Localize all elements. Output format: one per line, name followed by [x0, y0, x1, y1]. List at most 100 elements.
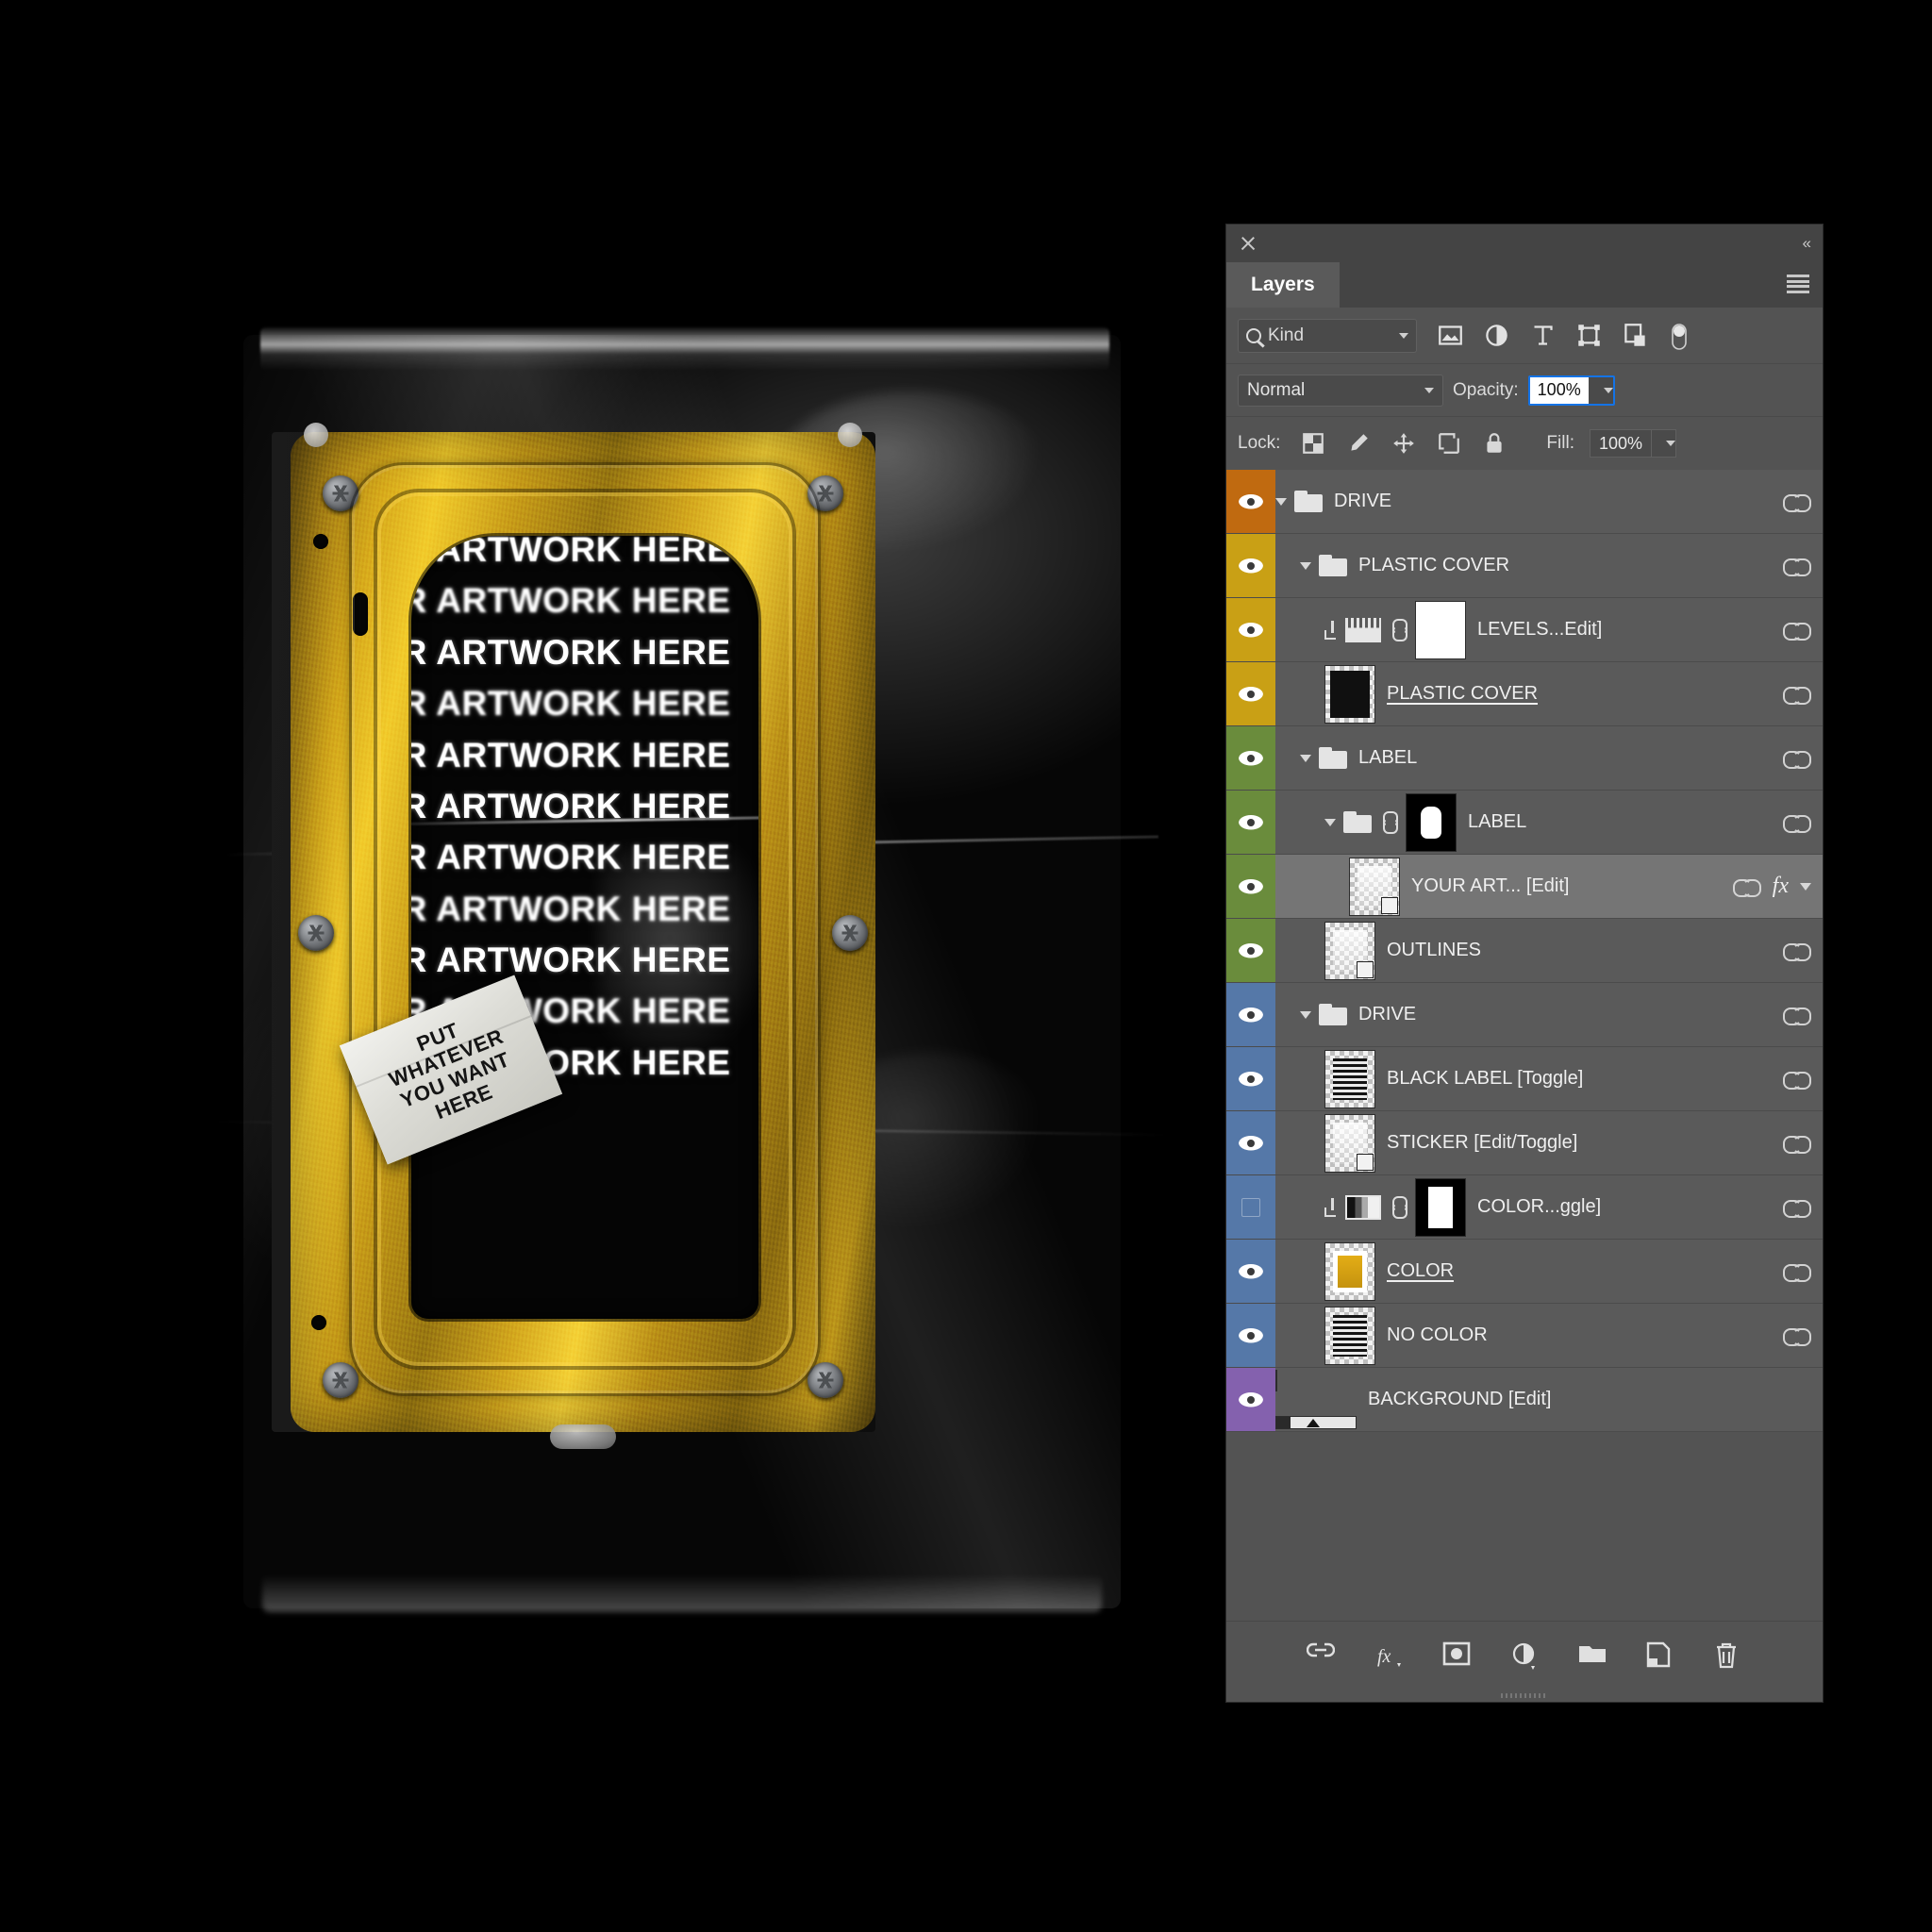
layer-thumbnail[interactable] [1349, 857, 1400, 916]
layer-name[interactable]: BACKGROUND [Edit] [1368, 1389, 1551, 1410]
new-adjustment-layer-icon[interactable] [1510, 1641, 1539, 1670]
lock-artboard-icon[interactable] [1437, 431, 1461, 456]
layer-row-body[interactable]: PLASTIC COVER [1275, 664, 1823, 724]
mask-link-icon[interactable] [1389, 618, 1407, 641]
add-layer-mask-icon[interactable] [1442, 1641, 1471, 1670]
layer-row[interactable]: LEVELS...Edit] [1226, 598, 1823, 662]
type-layer-filter-icon[interactable] [1530, 323, 1556, 348]
layer-name[interactable]: LEVELS...Edit] [1477, 619, 1602, 641]
filter-toggle-switch[interactable] [1669, 323, 1694, 350]
layer-row[interactable]: PLASTIC COVER [1226, 662, 1823, 726]
layer-row-body[interactable]: NO COLOR [1275, 1306, 1823, 1365]
lock-image-pixels-icon[interactable] [1346, 431, 1371, 456]
panel-menu-icon[interactable] [1787, 275, 1809, 293]
link-icon[interactable] [1783, 1136, 1811, 1154]
link-layers-icon[interactable] [1307, 1641, 1335, 1670]
layer-visibility-toggle[interactable] [1226, 470, 1275, 533]
layer-name[interactable]: BLACK LABEL [Toggle] [1387, 1068, 1583, 1090]
layer-row-body[interactable]: STICKER [Edit/Toggle] [1275, 1113, 1823, 1173]
layer-thumbnail[interactable] [1324, 921, 1375, 980]
layer-effects-fx-icon[interactable]: fx [1773, 874, 1789, 899]
layer-row[interactable]: BLACK LABEL [Toggle] [1226, 1047, 1823, 1111]
link-icon[interactable] [1783, 687, 1811, 705]
opacity-input[interactable]: 100% [1529, 376, 1589, 404]
layer-name[interactable]: NO COLOR [1387, 1324, 1488, 1346]
layer-visibility-toggle[interactable] [1226, 1047, 1275, 1110]
chevron-down-icon[interactable] [1324, 818, 1336, 826]
layer-row-body[interactable]: LABEL [1275, 747, 1823, 769]
link-icon[interactable] [1783, 943, 1811, 961]
new-layer-icon[interactable] [1646, 1641, 1674, 1670]
layer-row[interactable]: STICKER [Edit/Toggle] [1226, 1111, 1823, 1175]
lock-transparent-pixels-icon[interactable] [1301, 431, 1325, 456]
link-icon[interactable] [1783, 1264, 1811, 1282]
chevron-down-icon[interactable] [1300, 1010, 1311, 1019]
layer-row-body[interactable]: LABEL [1275, 792, 1823, 852]
add-layer-style-icon[interactable]: fx [1374, 1641, 1403, 1670]
layer-visibility-toggle[interactable] [1226, 983, 1275, 1046]
link-icon[interactable] [1783, 1328, 1811, 1346]
background-thumbnail[interactable] [1275, 1369, 1357, 1429]
layer-mask-thumbnail[interactable] [1415, 600, 1466, 659]
layer-visibility-toggle[interactable] [1226, 1368, 1275, 1431]
chevron-down-icon[interactable] [1275, 497, 1287, 506]
shape-layer-filter-icon[interactable] [1576, 323, 1602, 348]
pixel-layer-filter-icon[interactable] [1438, 323, 1463, 348]
layer-row[interactable]: NO COLOR [1226, 1304, 1823, 1368]
layer-name[interactable]: YOUR ART... [Edit] [1411, 875, 1569, 897]
link-icon[interactable] [1783, 623, 1811, 641]
chevron-down-icon[interactable] [1800, 882, 1811, 891]
layer-thumbnail[interactable] [1324, 1049, 1375, 1108]
layer-visibility-toggle[interactable] [1226, 1240, 1275, 1303]
layer-row[interactable]: COLOR [1226, 1240, 1823, 1304]
link-icon[interactable] [1783, 1008, 1811, 1025]
link-icon[interactable] [1783, 1072, 1811, 1090]
layer-row-body[interactable]: DRIVE [1275, 491, 1823, 512]
link-icon[interactable] [1732, 879, 1761, 897]
layer-row[interactable]: LABEL [1226, 791, 1823, 855]
opacity-control[interactable]: 100% [1527, 375, 1615, 406]
layer-visibility-toggle[interactable] [1226, 1304, 1275, 1367]
collapse-panel-icon[interactable]: « [1803, 234, 1812, 253]
opacity-dropdown-icon[interactable] [1588, 376, 1613, 404]
layer-row-body[interactable]: COLOR...ggle] [1275, 1177, 1823, 1237]
layer-row[interactable]: LABEL [1226, 726, 1823, 791]
layer-name[interactable]: LABEL [1358, 747, 1417, 769]
layer-row-body[interactable]: OUTLINES [1275, 921, 1823, 980]
layer-row[interactable]: BACKGROUND [Edit] [1226, 1368, 1823, 1432]
mask-link-icon[interactable] [1389, 1195, 1407, 1219]
layer-row[interactable]: PLASTIC COVER [1226, 534, 1823, 598]
layer-name[interactable]: COLOR...ggle] [1477, 1196, 1601, 1218]
layer-name[interactable]: PLASTIC COVER [1387, 683, 1538, 705]
layer-thumbnail[interactable] [1324, 1113, 1375, 1173]
layer-row-body[interactable]: LEVELS...Edit] [1275, 600, 1823, 659]
layer-row[interactable]: DRIVE [1226, 983, 1823, 1047]
link-icon[interactable] [1783, 1200, 1811, 1218]
layer-visibility-toggle[interactable] [1226, 534, 1275, 597]
layer-visibility-toggle[interactable] [1226, 1111, 1275, 1174]
layer-thumbnail[interactable] [1324, 1241, 1375, 1301]
mask-link-icon[interactable] [1379, 810, 1398, 834]
layer-visibility-toggle[interactable] [1226, 1175, 1275, 1239]
layer-thumbnail[interactable] [1324, 1306, 1375, 1365]
fill-input[interactable]: 100% [1590, 430, 1652, 457]
chevron-down-icon[interactable] [1300, 561, 1311, 570]
adjustment-layer-filter-icon[interactable] [1484, 323, 1509, 348]
lock-all-icon[interactable] [1482, 431, 1507, 456]
fill-dropdown-icon[interactable] [1651, 430, 1676, 457]
link-icon[interactable] [1783, 494, 1811, 512]
layer-visibility-toggle[interactable] [1226, 919, 1275, 982]
fill-control[interactable]: 100% [1589, 429, 1677, 458]
layer-row[interactable]: COLOR...ggle] [1226, 1175, 1823, 1240]
tab-layers[interactable]: Layers [1226, 262, 1340, 308]
link-icon[interactable] [1783, 558, 1811, 576]
layer-visibility-toggle[interactable] [1226, 598, 1275, 661]
link-icon[interactable] [1783, 751, 1811, 769]
layer-row-body[interactable]: PLASTIC COVER [1275, 555, 1823, 576]
layer-name[interactable]: DRIVE [1334, 491, 1391, 512]
layer-row-body[interactable]: BLACK LABEL [Toggle] [1275, 1049, 1823, 1108]
link-icon[interactable] [1783, 815, 1811, 833]
layer-row[interactable]: OUTLINES [1226, 919, 1823, 983]
layer-name[interactable]: COLOR [1387, 1260, 1454, 1282]
layer-visibility-toggle[interactable] [1226, 726, 1275, 790]
